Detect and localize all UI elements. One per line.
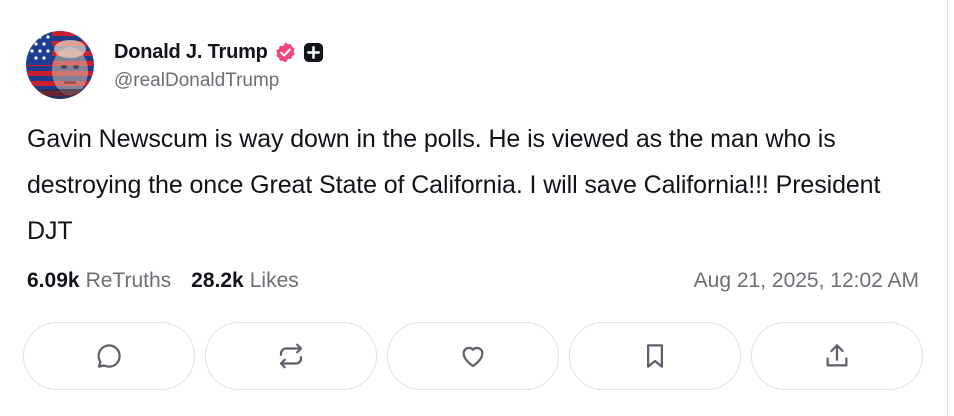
name-row: Donald J. Trump	[114, 38, 324, 66]
share-icon	[822, 341, 852, 371]
post-card: Donald J. Trump @realDonaldTrump Gavin N…	[0, 0, 954, 416]
post-stats: 6.09k ReTruths 28.2k Likes Aug 21, 2025,…	[27, 264, 919, 298]
post-actions	[23, 322, 923, 392]
retruths-count: 6.09k	[27, 269, 80, 292]
retruth-button[interactable]	[205, 322, 377, 390]
plus-badge-icon	[303, 42, 324, 63]
share-button[interactable]	[751, 322, 923, 390]
retruths-label: ReTruths	[85, 269, 172, 292]
heart-icon	[458, 341, 488, 371]
post-header: Donald J. Trump @realDonaldTrump	[26, 30, 324, 100]
post-timestamp[interactable]: Aug 21, 2025, 12:02 AM	[694, 269, 919, 293]
author-handle[interactable]: @realDonaldTrump	[114, 70, 324, 92]
divider	[947, 0, 948, 416]
retruths-stat[interactable]: 6.09k ReTruths	[27, 269, 171, 293]
author-info: Donald J. Trump @realDonaldTrump	[114, 38, 324, 92]
likes-label: Likes	[249, 269, 299, 292]
comment-icon	[94, 341, 124, 371]
likes-count: 28.2k	[191, 269, 244, 292]
post-body-text: Gavin Newscum is way down in the polls. …	[27, 125, 881, 245]
reply-button[interactable]	[23, 322, 195, 390]
avatar[interactable]	[26, 31, 94, 99]
bookmark-icon	[640, 341, 670, 371]
author-display-name[interactable]: Donald J. Trump	[114, 41, 268, 64]
likes-stat[interactable]: 28.2k Likes	[191, 269, 299, 293]
repost-icon	[276, 341, 306, 371]
like-button[interactable]	[387, 322, 559, 390]
verified-badge-icon	[274, 41, 297, 64]
bookmark-button[interactable]	[569, 322, 741, 390]
